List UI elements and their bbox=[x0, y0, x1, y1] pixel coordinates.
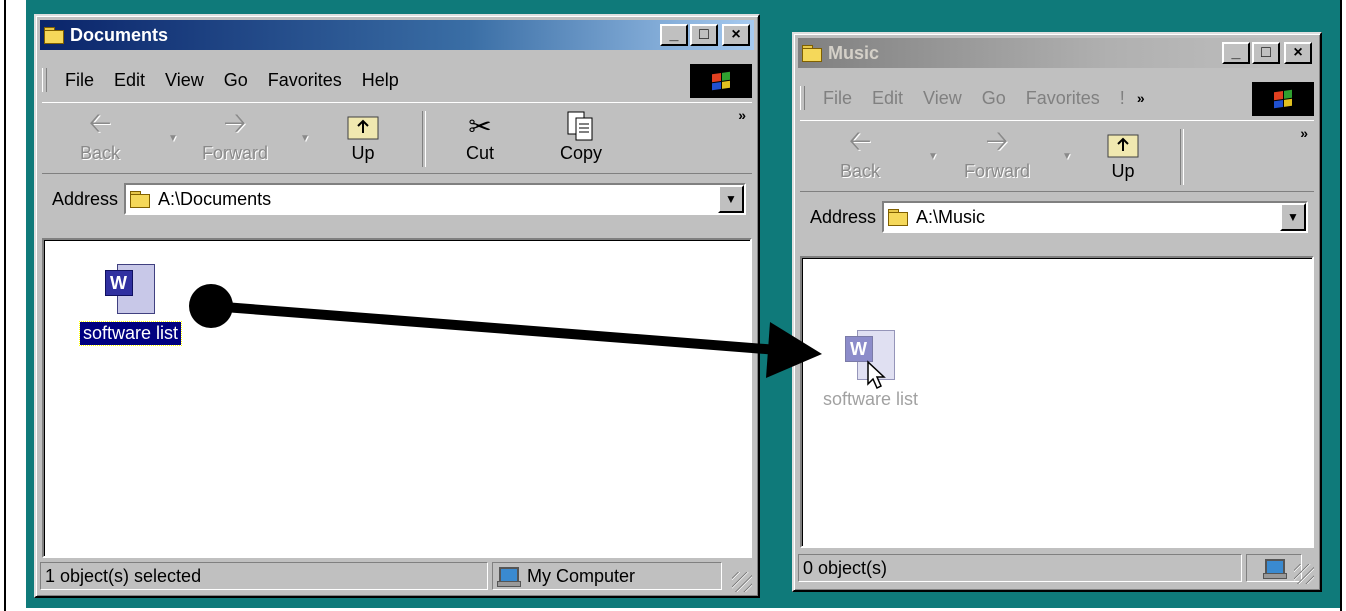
drag-line bbox=[210, 301, 779, 355]
drag-arrowhead bbox=[766, 322, 822, 378]
drag-arrow bbox=[189, 284, 822, 378]
